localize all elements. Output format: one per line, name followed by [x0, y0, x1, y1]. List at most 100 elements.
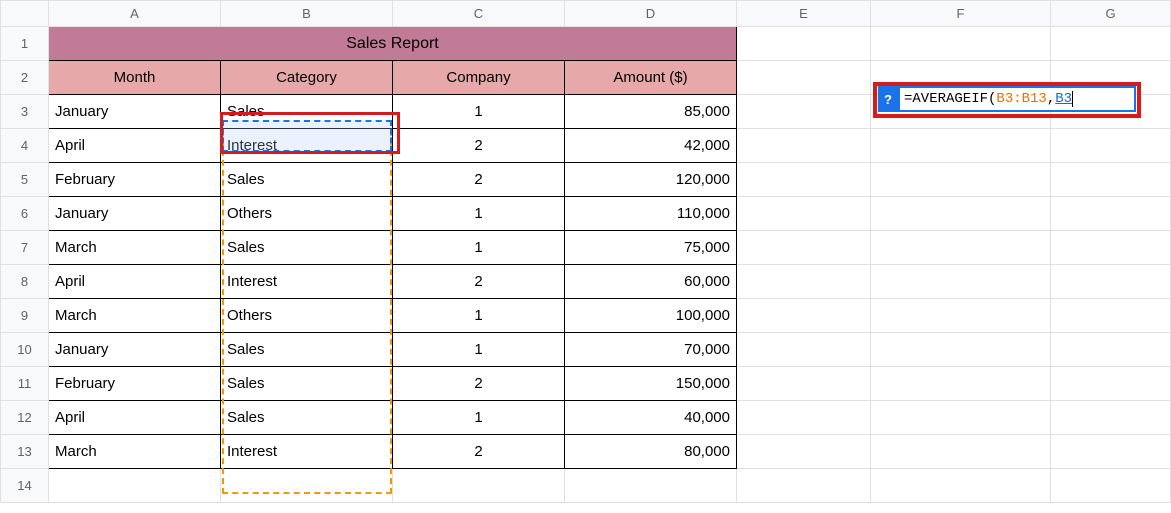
- cell-C4[interactable]: 2: [393, 129, 565, 163]
- cell-G14[interactable]: [1051, 469, 1171, 503]
- cell-F10[interactable]: [871, 333, 1051, 367]
- cell-E1[interactable]: [737, 27, 871, 61]
- cell-F7[interactable]: [871, 231, 1051, 265]
- cell-G4[interactable]: [1051, 129, 1171, 163]
- row-10[interactable]: 10 January Sales 1 70,000: [1, 333, 1171, 367]
- row-4[interactable]: 4 April Interest 2 42,000: [1, 129, 1171, 163]
- cell-B8[interactable]: Interest: [221, 265, 393, 299]
- col-header-B[interactable]: B: [221, 1, 393, 27]
- row-14[interactable]: 14: [1, 469, 1171, 503]
- row-header-12[interactable]: 12: [1, 401, 49, 435]
- cell-A5[interactable]: February: [49, 163, 221, 197]
- cell-header-amount[interactable]: Amount ($): [565, 61, 737, 95]
- row-header-4[interactable]: 4: [1, 129, 49, 163]
- cell-A7[interactable]: March: [49, 231, 221, 265]
- cell-F11[interactable]: [871, 367, 1051, 401]
- cell-D14[interactable]: [565, 469, 737, 503]
- formula-help-icon[interactable]: ?: [878, 86, 898, 112]
- cell-G9[interactable]: [1051, 299, 1171, 333]
- cell-G6[interactable]: [1051, 197, 1171, 231]
- row-6[interactable]: 6 January Others 1 110,000: [1, 197, 1171, 231]
- row-header-1[interactable]: 1: [1, 27, 49, 61]
- cell-B3[interactable]: Sales: [221, 95, 393, 129]
- col-header-C[interactable]: C: [393, 1, 565, 27]
- cell-F8[interactable]: [871, 265, 1051, 299]
- col-header-G[interactable]: G: [1051, 1, 1171, 27]
- cell-E3[interactable]: [737, 95, 871, 129]
- cell-F1[interactable]: [871, 27, 1051, 61]
- cell-B5[interactable]: Sales: [221, 163, 393, 197]
- cell-header-month[interactable]: Month: [49, 61, 221, 95]
- cell-C5[interactable]: 2: [393, 163, 565, 197]
- cell-B6[interactable]: Others: [221, 197, 393, 231]
- cell-A4[interactable]: April: [49, 129, 221, 163]
- cell-C10[interactable]: 1: [393, 333, 565, 367]
- cell-G12[interactable]: [1051, 401, 1171, 435]
- cell-D12[interactable]: 40,000: [565, 401, 737, 435]
- formula-input[interactable]: =AVERAGEIF(B3:B13,B3: [898, 86, 1136, 112]
- cell-G13[interactable]: [1051, 435, 1171, 469]
- row-header-3[interactable]: 3: [1, 95, 49, 129]
- col-header-E[interactable]: E: [737, 1, 871, 27]
- cell-C13[interactable]: 2: [393, 435, 565, 469]
- cell-A10[interactable]: January: [49, 333, 221, 367]
- select-all-corner[interactable]: [1, 1, 49, 27]
- row-8[interactable]: 8 April Interest 2 60,000: [1, 265, 1171, 299]
- row-header-9[interactable]: 9: [1, 299, 49, 333]
- cell-C12[interactable]: 1: [393, 401, 565, 435]
- row-header-6[interactable]: 6: [1, 197, 49, 231]
- cell-D11[interactable]: 150,000: [565, 367, 737, 401]
- cell-C9[interactable]: 1: [393, 299, 565, 333]
- cell-G8[interactable]: [1051, 265, 1171, 299]
- cell-G11[interactable]: [1051, 367, 1171, 401]
- cell-A6[interactable]: January: [49, 197, 221, 231]
- column-header-row[interactable]: A B C D E F G: [1, 1, 1171, 27]
- cell-G1[interactable]: [1051, 27, 1171, 61]
- cell-A14[interactable]: [49, 469, 221, 503]
- cell-E2[interactable]: [737, 61, 871, 95]
- cell-E9[interactable]: [737, 299, 871, 333]
- cell-F13[interactable]: [871, 435, 1051, 469]
- cell-header-company[interactable]: Company: [393, 61, 565, 95]
- cell-F5[interactable]: [871, 163, 1051, 197]
- cell-D10[interactable]: 70,000: [565, 333, 737, 367]
- cell-title[interactable]: Sales Report: [49, 27, 737, 61]
- cell-B9[interactable]: Others: [221, 299, 393, 333]
- cell-G10[interactable]: [1051, 333, 1171, 367]
- cell-C8[interactable]: 2: [393, 265, 565, 299]
- row-7[interactable]: 7 March Sales 1 75,000: [1, 231, 1171, 265]
- cell-E14[interactable]: [737, 469, 871, 503]
- cell-C14[interactable]: [393, 469, 565, 503]
- cell-C3[interactable]: 1: [393, 95, 565, 129]
- cell-B13[interactable]: Interest: [221, 435, 393, 469]
- col-header-A[interactable]: A: [49, 1, 221, 27]
- row-12[interactable]: 12 April Sales 1 40,000: [1, 401, 1171, 435]
- formula-editor[interactable]: ? =AVERAGEIF(B3:B13,B3: [878, 86, 1136, 112]
- cell-E8[interactable]: [737, 265, 871, 299]
- cell-D13[interactable]: 80,000: [565, 435, 737, 469]
- col-header-D[interactable]: D: [565, 1, 737, 27]
- row-11[interactable]: 11 February Sales 2 150,000: [1, 367, 1171, 401]
- cell-B10[interactable]: Sales: [221, 333, 393, 367]
- row-9[interactable]: 9 March Others 1 100,000: [1, 299, 1171, 333]
- cell-G5[interactable]: [1051, 163, 1171, 197]
- row-1[interactable]: 1 Sales Report: [1, 27, 1171, 61]
- spreadsheet-grid[interactable]: A B C D E F G 1 Sales Report 2 Month: [0, 0, 1171, 503]
- row-13[interactable]: 13 March Interest 2 80,000: [1, 435, 1171, 469]
- cell-A11[interactable]: February: [49, 367, 221, 401]
- cell-D6[interactable]: 110,000: [565, 197, 737, 231]
- row-header-13[interactable]: 13: [1, 435, 49, 469]
- row-5[interactable]: 5 February Sales 2 120,000: [1, 163, 1171, 197]
- cell-C6[interactable]: 1: [393, 197, 565, 231]
- cell-E12[interactable]: [737, 401, 871, 435]
- cell-E5[interactable]: [737, 163, 871, 197]
- cell-E10[interactable]: [737, 333, 871, 367]
- cell-F6[interactable]: [871, 197, 1051, 231]
- cell-A3[interactable]: January: [49, 95, 221, 129]
- cell-C11[interactable]: 2: [393, 367, 565, 401]
- cell-header-category[interactable]: Category: [221, 61, 393, 95]
- cell-A12[interactable]: April: [49, 401, 221, 435]
- cell-F4[interactable]: [871, 129, 1051, 163]
- cell-D5[interactable]: 120,000: [565, 163, 737, 197]
- col-header-F[interactable]: F: [871, 1, 1051, 27]
